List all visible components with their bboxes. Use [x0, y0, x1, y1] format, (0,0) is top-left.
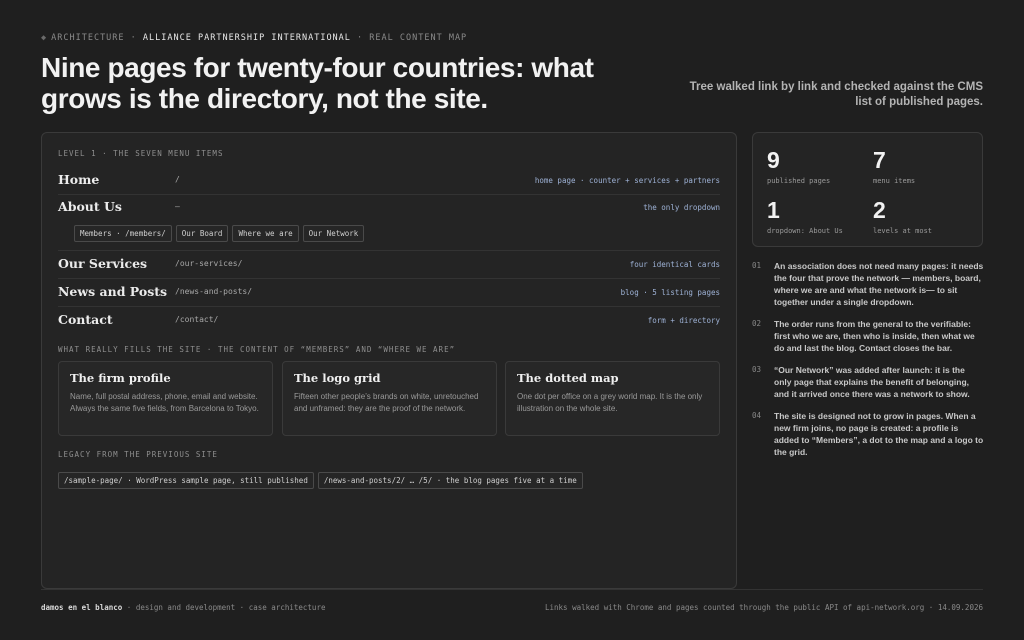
content-heading: WHAT REALLY FILLS THE SITE · THE CONTENT…: [58, 345, 456, 354]
menu-item-label: Home: [58, 172, 100, 187]
footer-left: damos en el blanco · design and developm…: [41, 603, 325, 612]
note-text: The order runs from the general to the v…: [774, 319, 975, 353]
stat-label: menu items: [873, 177, 916, 185]
menu-item-label: News and Posts: [58, 284, 168, 299]
menu-item-path: /our-services/: [175, 259, 243, 268]
menu-item-path: /: [175, 175, 180, 184]
menu-row-news-and-posts[interactable]: News and Posts /news-and-posts/ blog · 5…: [58, 281, 720, 307]
menu-item-path: —: [175, 202, 180, 211]
page-title: Nine pages for twenty-four countries: wh…: [41, 52, 594, 114]
submenu-chip-where-we-are[interactable]: Where we are: [232, 225, 299, 242]
stat-number: 7: [873, 147, 886, 173]
stats-panel: 9 published pages 7 menu items 1 dropdow…: [752, 132, 983, 247]
card-logo-grid: The logo grid Fifteen other people’s bra…: [282, 361, 497, 436]
menu-item-path: /news-and-posts/: [175, 287, 253, 296]
note-item: 03 “Our Network” was added after launch:…: [752, 364, 984, 400]
card-description: Name, full postal address, phone, email …: [70, 392, 259, 413]
card-firm-profile: The firm profile Name, full postal addre…: [58, 361, 273, 436]
menu-item-label: About Us: [58, 199, 122, 214]
stat-label: dropdown: About Us: [767, 227, 843, 235]
page-lede: Tree walked link by link and checked aga…: [689, 81, 983, 108]
card-title: The dotted map: [517, 371, 619, 385]
divider: [58, 250, 720, 251]
note-number: 03: [752, 365, 762, 374]
card-dotted-map: The dotted map One dot per office on a g…: [505, 361, 720, 436]
stat-menu-items: 7 menu items: [873, 147, 973, 185]
note-number: 04: [752, 411, 762, 420]
breadcrumb-content-map: REAL CONTENT MAP: [369, 33, 468, 43]
footer-tagline: · design and development · case architec…: [126, 603, 326, 612]
stat-levels: 2 levels at most: [873, 197, 973, 235]
note-text: The site is designed not to grow in page…: [774, 411, 984, 457]
breadcrumb-separator: ·: [357, 33, 364, 43]
breadcrumb-architecture: ARCHITECTURE: [51, 33, 125, 43]
footer-brand[interactable]: damos en el blanco: [41, 603, 122, 612]
stat-number: 2: [873, 197, 886, 223]
menu-row-home[interactable]: Home / home page · counter + services + …: [58, 169, 720, 195]
content-map-panel: LEVEL 1 · THE SEVEN MENU ITEMS Home / ho…: [41, 132, 737, 589]
menu-item-note: form + directory: [647, 316, 720, 325]
card-title: The logo grid: [294, 371, 381, 385]
stat-dropdown: 1 dropdown: About Us: [767, 197, 867, 235]
breadcrumb: ◆ ARCHITECTURE · ALLIANCE PARTNERSHIP INT…: [41, 33, 467, 43]
legacy-heading: LEGACY FROM THE PREVIOUS SITE: [58, 450, 218, 459]
stat-number: 9: [767, 147, 780, 173]
note-text: “Our Network” was added after launch: it…: [774, 365, 970, 399]
menu-item-label: Contact: [58, 312, 113, 327]
menu-item-note: the only dropdown: [643, 203, 720, 212]
menu-item-note: four identical cards: [629, 260, 720, 269]
legacy-chip-sample-page[interactable]: /sample-page/ · WordPress sample page, s…: [58, 472, 314, 489]
about-us-submenu: Members · /members/ Our Board Where we a…: [74, 225, 365, 242]
note-item: 04 The site is designed not to grow in p…: [752, 410, 984, 458]
note-number: 02: [752, 319, 762, 328]
footer-right: Links walked with Chrome and pages count…: [545, 603, 983, 612]
note-text: An association does not need many pages:…: [774, 261, 984, 307]
breadcrumb-separator: ·: [130, 33, 137, 43]
breadcrumb-alliance: ALLIANCE PARTNERSHIP INTERNATIONAL: [142, 33, 351, 43]
stat-published-pages: 9 published pages: [767, 147, 867, 185]
menu-row-about-us[interactable]: About Us — the only dropdown: [58, 196, 720, 222]
card-description: Fifteen other people’s brands on white, …: [294, 392, 479, 413]
stat-label: published pages: [767, 177, 831, 185]
footer-divider: [41, 589, 983, 590]
menu-item-label: Our Services: [58, 256, 148, 271]
legacy-list: /sample-page/ · WordPress sample page, s…: [58, 472, 583, 489]
menu-item-note: blog · 5 listing pages: [620, 288, 720, 297]
card-title: The firm profile: [70, 371, 171, 385]
menu-row-our-services[interactable]: Our Services /our-services/ four identic…: [58, 253, 720, 279]
level1-heading: LEVEL 1 · THE SEVEN MENU ITEMS: [58, 149, 224, 158]
menu-item-path: /contact/: [175, 315, 219, 324]
note-number: 01: [752, 261, 762, 270]
menu-item-note: home page · counter + services + partner…: [534, 176, 720, 185]
menu-row-contact[interactable]: Contact /contact/ form + directory: [58, 309, 720, 335]
notes-list: 01 An association does not need many pag…: [752, 260, 984, 468]
legacy-chip-blog-pages[interactable]: /news-and-posts/2/ … /5/ · the blog page…: [317, 472, 583, 489]
card-description: One dot per office on a grey world map. …: [517, 392, 703, 413]
submenu-chip-board[interactable]: Our Board: [175, 225, 229, 242]
stat-label: levels at most: [873, 227, 933, 235]
note-item: 01 An association does not need many pag…: [752, 260, 984, 308]
submenu-chip-network[interactable]: Our Network: [302, 225, 365, 242]
submenu-chip-members[interactable]: Members · /members/: [74, 225, 172, 242]
stat-number: 1: [767, 197, 780, 223]
bullet-icon: ◆: [41, 33, 48, 43]
note-item: 02 The order runs from the general to th…: [752, 318, 984, 354]
